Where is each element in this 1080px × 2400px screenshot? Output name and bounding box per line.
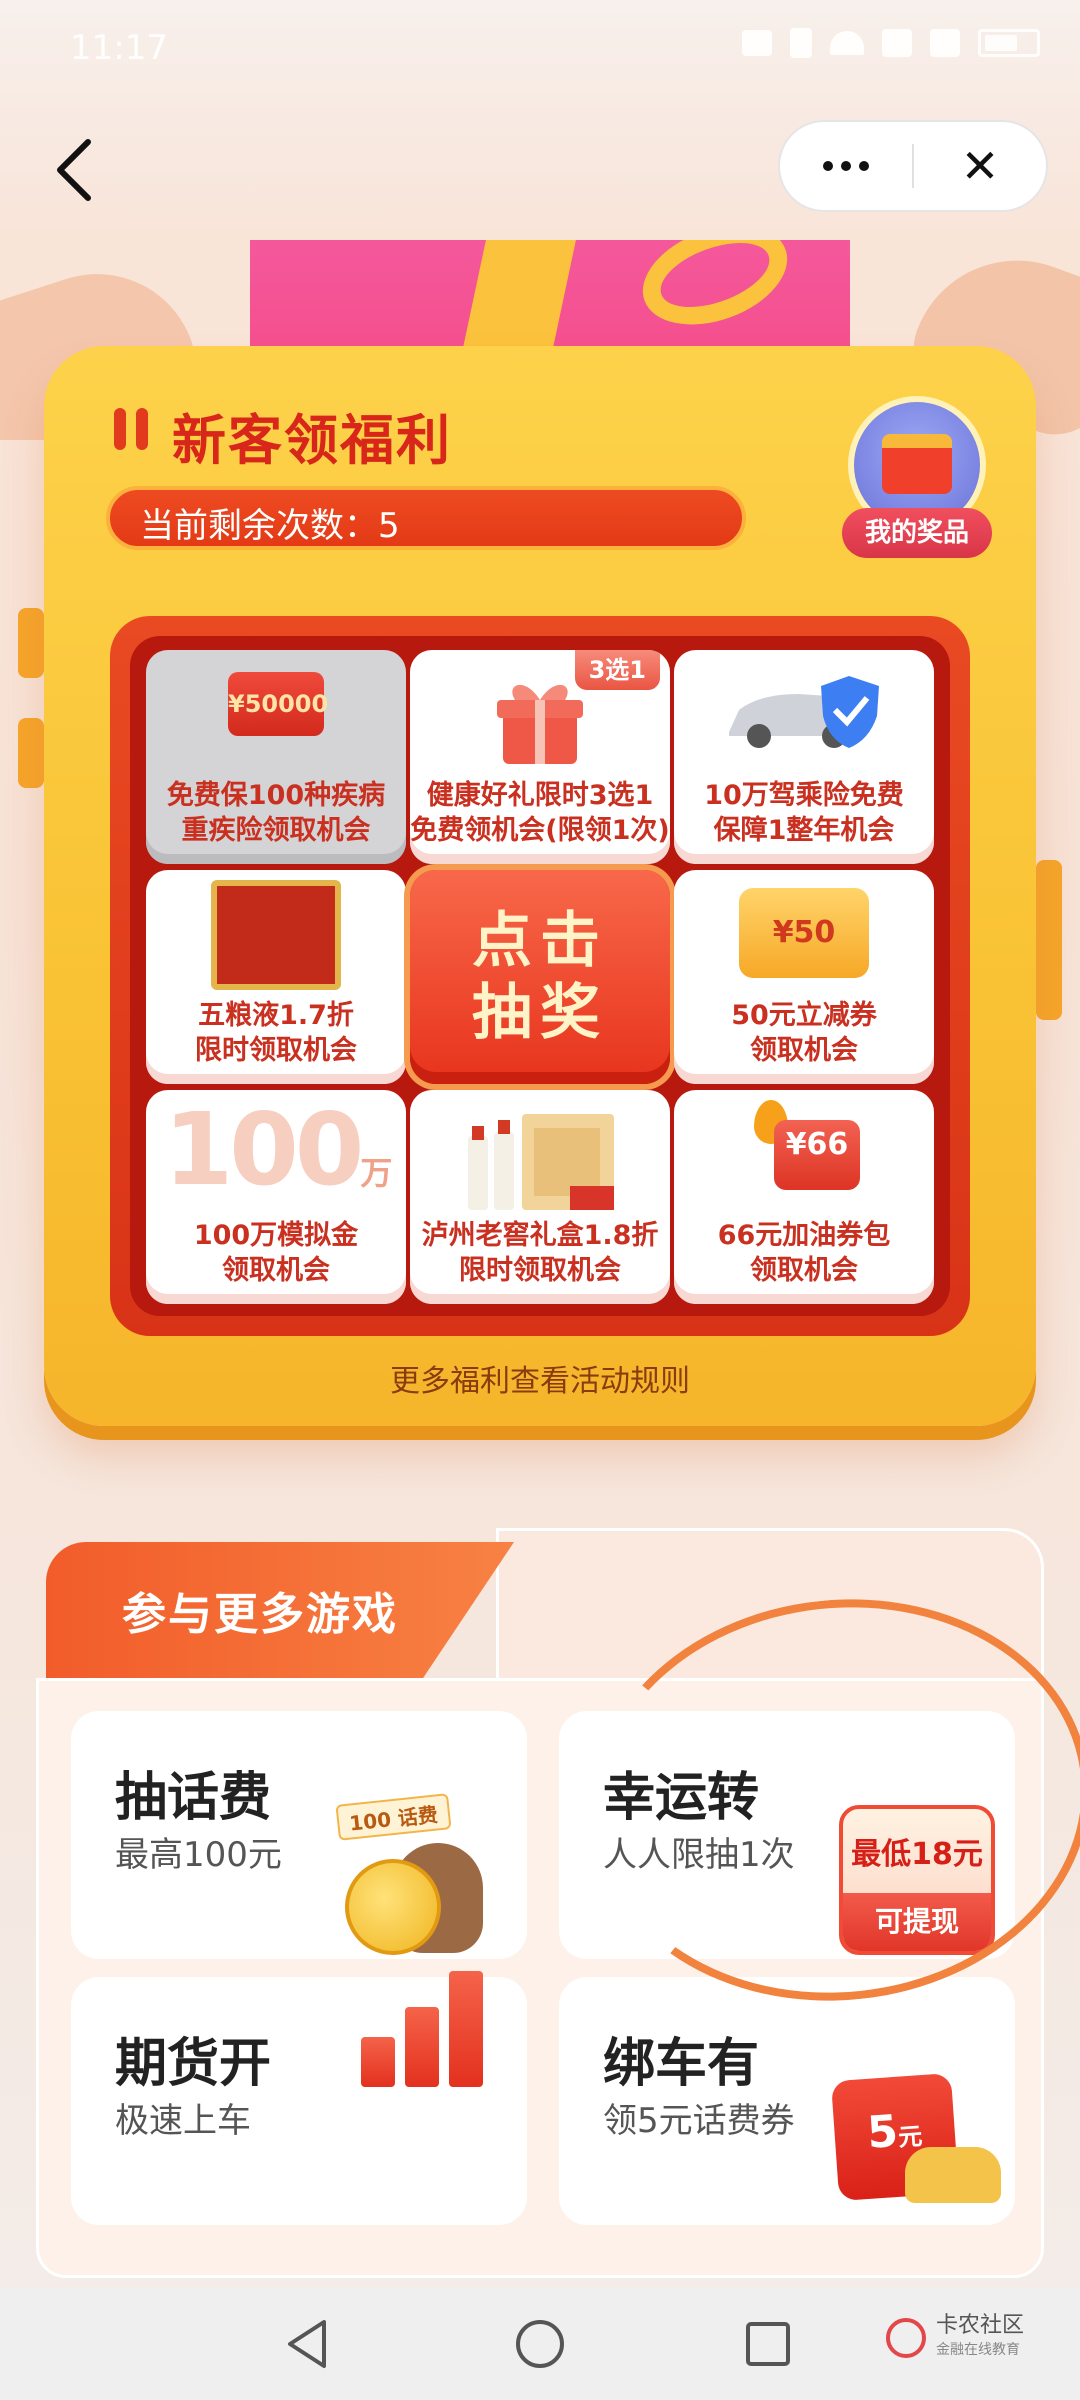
- lottery-grid: ¥50000 免费保100种疾病 重疾险领取机会 3选1 健康好礼限时3选1 免费领…: [130, 636, 950, 1316]
- system-nav-bar: 卡农社区 金融在线教育: [0, 2288, 1080, 2400]
- watermark-text: 卡农社区 金融在线教育: [935, 2313, 1024, 2359]
- lottery-card: 新客领福利 当前剩余次数：5 我的奖品 ¥50000 免费保100种疾病 重疾险领…: [18, 346, 1062, 1426]
- home-circle-icon[interactable]: [510, 2314, 570, 2374]
- status-icons: [742, 28, 1040, 58]
- signal-icon-2: [930, 29, 960, 57]
- watermark: 卡农社区 金融在线教育: [885, 2313, 1024, 2362]
- prize-label: 五粮液1.7折 限时领取机会: [195, 1000, 357, 1066]
- prize-label: 10万驾乘险免费 保障1整年机会: [704, 780, 904, 846]
- close-button[interactable]: ✕: [914, 120, 1046, 212]
- back-button[interactable]: [36, 130, 116, 210]
- lottery-title: 新客领福利: [172, 409, 452, 472]
- side-tab-right: [1036, 860, 1062, 1020]
- prize-cell-fuel-coupon: ¥66 66元加油券包 领取机会: [674, 1090, 934, 1304]
- my-prizes-button[interactable]: 我的奖品: [842, 396, 992, 558]
- my-prizes-label: 我的奖品: [842, 508, 992, 558]
- wine-gift-icon: [468, 1114, 614, 1210]
- page: 11:17 ✕ 新客领福利 当前剩余次数：5 我的奖品 ¥50000 免费保10…: [0, 0, 1080, 2400]
- game-card-phone-bill[interactable]: 抽话费 最高100元 100 话费: [71, 1711, 527, 1959]
- prize-label: 健康好礼限时3选1 免费领机会(限领1次): [410, 780, 670, 846]
- prize-cell-simulated-fund: 100万 100万模拟金 领取机会: [146, 1090, 406, 1304]
- status-bar: 11:17: [0, 0, 1080, 100]
- chevron-left-icon: [57, 139, 91, 201]
- prize-cell-critical-illness: ¥50000 免费保100种疾病 重疾险领取机会: [146, 650, 406, 864]
- recents-square-icon[interactable]: [738, 2314, 798, 2374]
- prize-cell-50-coupon: ¥50 50元立减券 领取机会: [674, 870, 934, 1084]
- remaining-count-bar: 当前剩余次数：5: [106, 486, 746, 550]
- prize-cell-wuliangye: 五粮液1.7折 限时领取机会: [146, 870, 406, 1084]
- back-triangle-icon[interactable]: [278, 2314, 338, 2374]
- prize-label: 50元立减券 领取机会: [731, 1000, 877, 1066]
- game-title: 绑车有: [603, 2034, 760, 2094]
- prize-cell-health-gift: 3选1 健康好礼限时3选1 免费领机会(限领1次): [410, 650, 670, 864]
- wifi-icon: [830, 31, 864, 55]
- game-subtitle: 领5元话费券: [603, 2101, 795, 2141]
- prize-label: 泸州老窖礼盒1.8折 限时领取机会: [421, 1220, 659, 1286]
- liquor-box-icon: [211, 880, 341, 990]
- prize-cell-car-insurance: 10万驾乘险免费 保障1整年机会: [674, 650, 934, 864]
- side-tab-left: [18, 608, 44, 678]
- coupon-icon: ¥50: [739, 888, 869, 978]
- car-shield-icon: [729, 676, 879, 748]
- game-subtitle: 最高100元: [115, 1835, 282, 1875]
- tag-badge: 3选1: [574, 650, 660, 690]
- game-card-futures[interactable]: 期货开 极速上车: [71, 1971, 527, 2225]
- games-header-tab: 参与更多游戏: [46, 1528, 566, 1682]
- remaining-count-text: 当前剩余次数：5: [140, 506, 400, 546]
- vibrate-icon: [790, 28, 812, 58]
- battery-icon: [978, 29, 1040, 57]
- notification-icon: [742, 30, 772, 56]
- title-mark: [114, 408, 148, 450]
- more-icon: [823, 161, 833, 171]
- games-section-title: 参与更多游戏: [122, 1589, 398, 1640]
- game-subtitle: 极速上车: [115, 2101, 251, 2141]
- car-icon: [905, 2147, 1001, 2203]
- fuel-coupon-icon: ¥66: [744, 1100, 864, 1200]
- prize-cell-luzhou-laojiao: 泸州老窖礼盒1.8折 限时领取机会: [410, 1090, 670, 1304]
- money-envelope-icon: ¥50000: [228, 672, 328, 736]
- status-time: 11:17: [70, 28, 168, 68]
- watermark-logo-icon: [885, 2318, 926, 2358]
- rules-link[interactable]: 更多福利查看活动规则: [44, 1356, 1036, 1400]
- more-button[interactable]: [780, 120, 912, 212]
- prize-label: 66元加油券包 领取机会: [717, 1220, 891, 1286]
- lottery-grid-frame: ¥50000 免费保100种疾病 重疾险领取机会 3选1 健康好礼限时3选1 免费领…: [110, 616, 970, 1336]
- top-nav: ✕: [0, 100, 1080, 240]
- game-title: 期货开: [115, 2034, 272, 2094]
- mini-program-capsule: ✕: [778, 120, 1048, 212]
- draw-button-label: 点击抽奖: [472, 906, 608, 1048]
- signal-icon: [882, 29, 912, 57]
- prize-label: 100万模拟金 领取机会: [193, 1220, 359, 1286]
- game-card-bind-car[interactable]: 绑车有 领5元话费券 5元: [559, 1977, 1015, 2225]
- side-tab-left-2: [18, 718, 44, 788]
- draw-button[interactable]: 点击抽奖: [410, 870, 670, 1084]
- 100-wan-icon: 100万: [163, 1091, 393, 1208]
- game-title: 抽话费: [115, 1768, 272, 1828]
- otter-coin-icon: 100 话费: [335, 1793, 487, 1959]
- gift-icon: [882, 434, 952, 494]
- prize-label: 免费保100种疾病 重疾险领取机会: [166, 780, 386, 846]
